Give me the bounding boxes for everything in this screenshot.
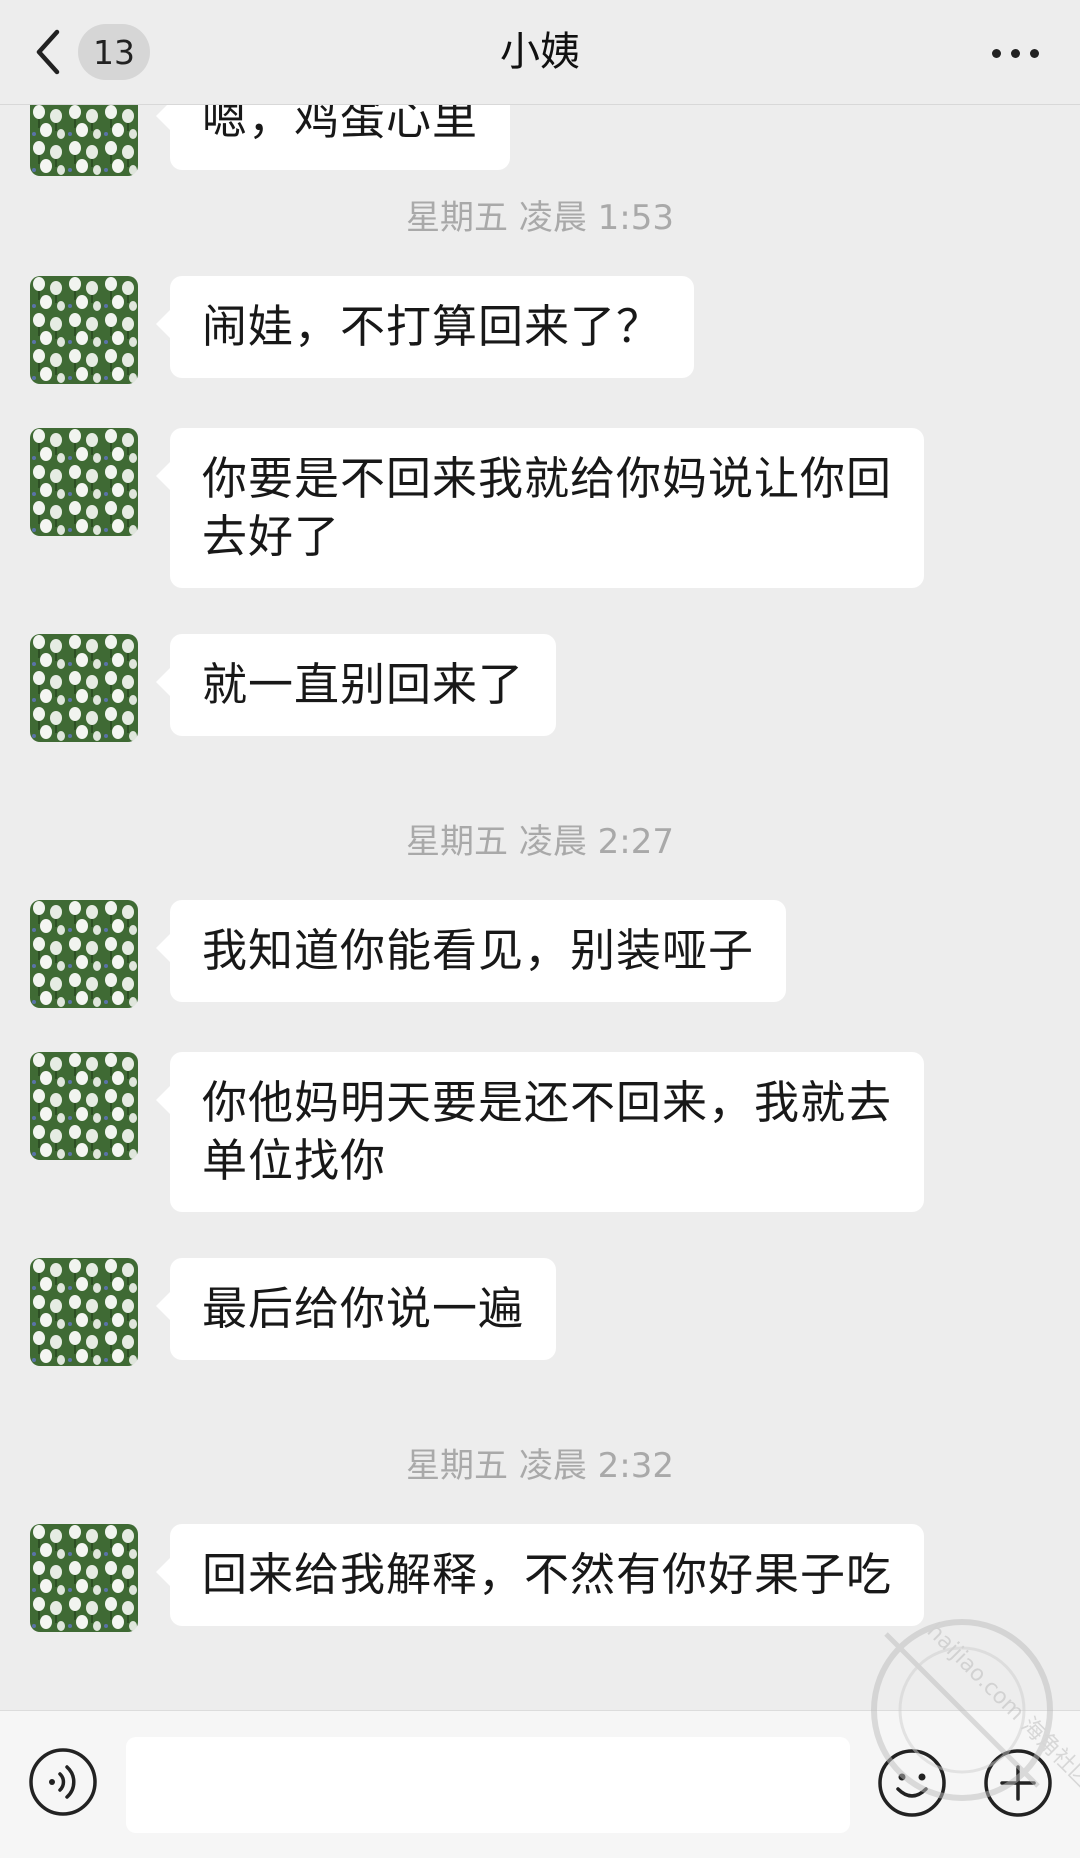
message-text: 你他妈明天要是还不回来，我就去 bbox=[202, 1076, 893, 1129]
more-options-button[interactable] bbox=[980, 22, 1050, 82]
message-bubble[interactable]: 最后给你说一遍 bbox=[155, 1258, 557, 1360]
message-bubble[interactable]: 闹娃，不打算回来了？ bbox=[155, 276, 695, 378]
contact-avatar[interactable] bbox=[30, 900, 138, 1008]
emoji-icon bbox=[878, 1749, 946, 1817]
message-bubble[interactable]: 我知道你能看见，别装哑子 bbox=[155, 900, 787, 1002]
message-text: 你要是不回来我就给你妈说让你回 bbox=[202, 452, 893, 505]
message-row: 我知道你能看见，别装哑子 bbox=[30, 900, 787, 1008]
contact-avatar[interactable] bbox=[30, 1258, 138, 1366]
contact-avatar[interactable] bbox=[30, 428, 138, 536]
chat-title: 小姨 bbox=[500, 29, 580, 75]
message-text: 回来给我解释，不然有你好果子吃 bbox=[202, 1548, 893, 1601]
voice-button[interactable] bbox=[28, 1747, 98, 1817]
message-bubble[interactable]: 嗯，鸡蛋心里 bbox=[155, 104, 511, 170]
message-text: 就一直别回来了 bbox=[202, 658, 525, 711]
plus-icon bbox=[984, 1749, 1052, 1817]
message-text: 我知道你能看见，别装哑子 bbox=[202, 924, 755, 977]
message-text: 最后给你说一遍 bbox=[202, 1282, 525, 1335]
message-list[interactable]: 嗯，鸡蛋心里 星期五 凌晨 1:53 闹娃，不打算回来了？ 你要是不回来我就给你… bbox=[0, 104, 1080, 1710]
emoji-button[interactable] bbox=[876, 1747, 948, 1819]
contact-avatar[interactable] bbox=[30, 1524, 138, 1632]
message-row: 嗯，鸡蛋心里 bbox=[30, 104, 511, 176]
contact-avatar[interactable] bbox=[30, 276, 138, 384]
message-text: 嗯，鸡蛋心里 bbox=[202, 104, 479, 145]
chat-header: 13 小姨 bbox=[0, 0, 1080, 105]
voice-icon bbox=[29, 1748, 97, 1816]
message-bubble[interactable]: 你要是不回来我就给你妈说让你回 去好了 bbox=[155, 428, 925, 588]
input-bar bbox=[0, 1710, 1080, 1858]
message-row: 就一直别回来了 bbox=[30, 634, 557, 742]
message-row: 最后给你说一遍 bbox=[30, 1258, 557, 1366]
message-row: 闹娃，不打算回来了？ bbox=[30, 276, 695, 384]
message-input[interactable] bbox=[126, 1737, 850, 1833]
message-row: 你要是不回来我就给你妈说让你回 去好了 bbox=[30, 428, 925, 588]
message-bubble[interactable]: 你他妈明天要是还不回来，我就去 单位找你 bbox=[155, 1052, 925, 1212]
contact-avatar[interactable] bbox=[30, 1052, 138, 1160]
time-divider: 星期五 凌晨 2:32 bbox=[406, 1446, 674, 1486]
contact-avatar[interactable] bbox=[30, 104, 138, 176]
message-bubble[interactable]: 就一直别回来了 bbox=[155, 634, 557, 736]
more-dots-icon bbox=[987, 43, 1044, 62]
message-row: 你他妈明天要是还不回来，我就去 单位找你 bbox=[30, 1052, 925, 1212]
message-text: 闹娃，不打算回来了？ bbox=[202, 300, 663, 353]
message-text: 去好了 bbox=[202, 510, 341, 563]
message-text: 单位找你 bbox=[202, 1134, 387, 1187]
message-bubble[interactable]: 回来给我解释，不然有你好果子吃 bbox=[155, 1524, 925, 1626]
message-row: 回来给我解释，不然有你好果子吃 bbox=[30, 1524, 925, 1632]
time-divider: 星期五 凌晨 1:53 bbox=[406, 198, 674, 238]
contact-avatar[interactable] bbox=[30, 634, 138, 742]
time-divider: 星期五 凌晨 2:27 bbox=[406, 822, 674, 862]
more-functions-button[interactable] bbox=[982, 1747, 1054, 1819]
